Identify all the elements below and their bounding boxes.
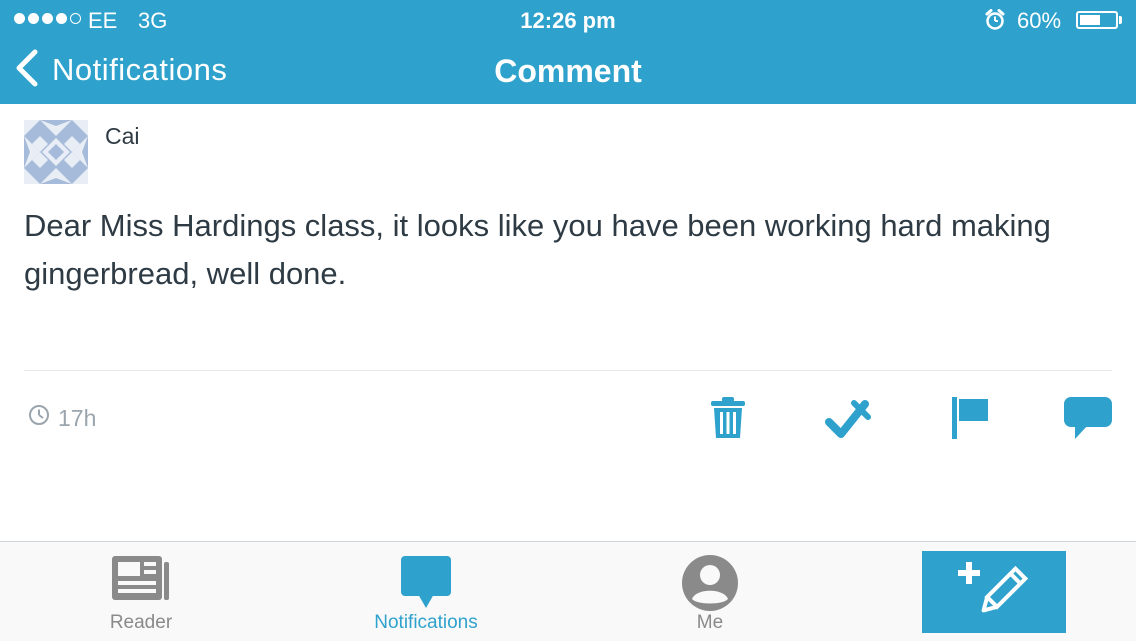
battery-percent: 60%	[1017, 8, 1062, 33]
tab-reader-label: Reader	[109, 612, 173, 633]
comment-body: Dear Miss Hardings class, it looks like …	[24, 208, 1051, 291]
tab-notifications[interactable]: Notifications	[326, 542, 526, 641]
trash-button[interactable]	[700, 394, 756, 446]
alarm-clock-icon	[985, 9, 1005, 37]
battery-level-fill	[1080, 15, 1100, 25]
reply-icon	[1062, 395, 1114, 446]
trash-icon	[708, 396, 748, 445]
tab-reader[interactable]: Reader	[41, 542, 241, 641]
author-avatar[interactable]	[24, 120, 88, 184]
tab-me[interactable]: Me	[610, 542, 810, 641]
tab-notifications-label: Notifications	[374, 612, 478, 633]
spam-button[interactable]	[940, 394, 996, 446]
header-bar: EE 3G 12:26 pm 60% Notifications Comment	[0, 0, 1136, 104]
tab-bar: Reader Notifications Me	[0, 541, 1136, 641]
comment-timestamp: 17h	[28, 404, 96, 432]
clock: 12:26 pm	[520, 8, 616, 33]
me-avatar-icon	[610, 554, 810, 611]
new-post-icon	[958, 560, 1030, 625]
reader-icon	[41, 554, 241, 608]
approve-icon	[824, 396, 872, 445]
tab-me-label: Me	[696, 612, 724, 633]
status-bar: EE 3G 12:26 pm 60%	[0, 0, 1136, 40]
divider	[24, 370, 1112, 371]
clock-icon	[28, 404, 50, 432]
battery-icon	[1076, 11, 1118, 29]
new-post-button[interactable]	[922, 551, 1066, 633]
battery-nub	[1119, 16, 1122, 24]
notifications-icon	[326, 554, 526, 608]
timestamp-label: 17h	[58, 404, 97, 431]
flag-icon	[946, 395, 990, 446]
reply-button[interactable]	[1060, 394, 1116, 446]
page-title: Comment	[494, 53, 642, 89]
comment-author[interactable]: Cai	[105, 123, 140, 150]
approve-button[interactable]	[820, 394, 876, 446]
